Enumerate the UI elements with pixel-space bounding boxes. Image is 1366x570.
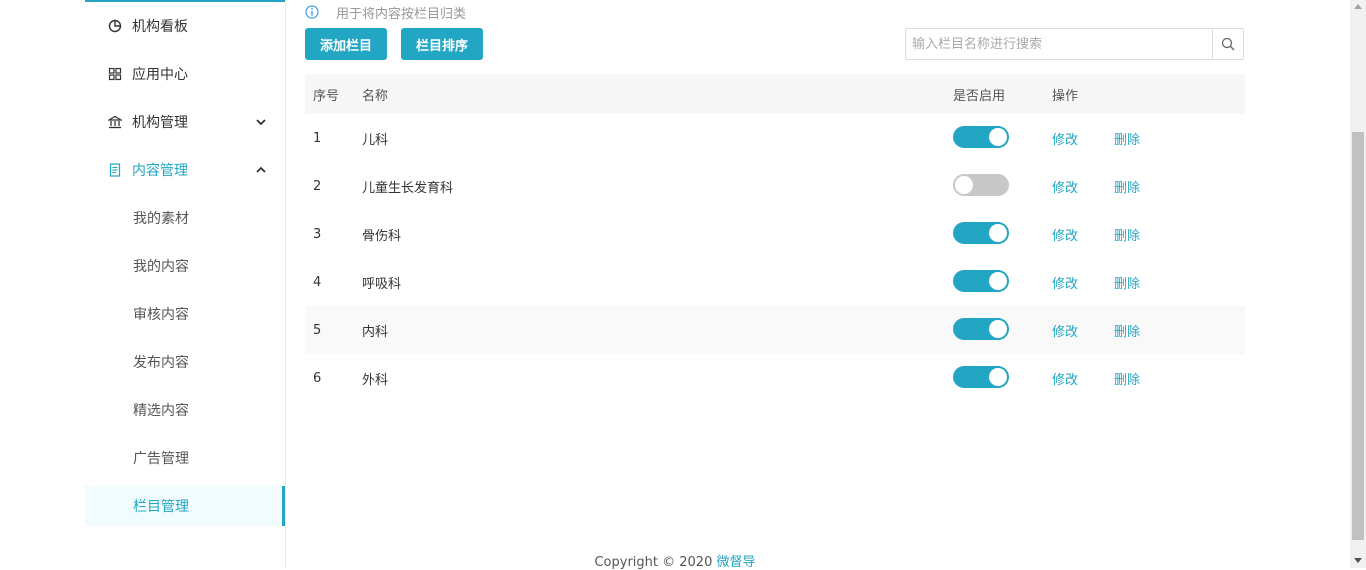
- delete-link[interactable]: 删除: [1114, 177, 1140, 196]
- row-index: 1: [313, 130, 322, 146]
- enable-toggle[interactable]: [953, 222, 1009, 244]
- header-index: 序号: [313, 88, 340, 104]
- sidebar-item-label: 机构看板: [132, 19, 188, 35]
- scroll-down-arrow-icon[interactable]: [1354, 558, 1362, 563]
- header-name: 名称: [362, 88, 389, 104]
- sidebar-subitem-label: 审核内容: [133, 307, 189, 323]
- delete-link[interactable]: 删除: [1114, 225, 1140, 244]
- enable-toggle[interactable]: [953, 126, 1009, 148]
- table-row: 3 骨伤科 修改 删除: [305, 210, 1245, 258]
- sidebar-subitem-label: 我的素材: [133, 211, 189, 227]
- sidebar-subitem-label: 精选内容: [133, 403, 189, 419]
- table-header: 序号 名称 是否启用 操作: [305, 74, 1245, 114]
- sidebar-item-dashboard[interactable]: 机构看板: [85, 6, 285, 46]
- sidebar-item-app-center[interactable]: 应用中心: [85, 54, 285, 94]
- row-name: 儿科: [362, 132, 389, 148]
- page-scrollbar[interactable]: [1350, 0, 1366, 568]
- row-name: 儿童生长发育科: [362, 180, 454, 196]
- sidebar-subitem-label: 我的内容: [133, 259, 189, 275]
- toggle-knob: [989, 128, 1007, 146]
- header-enabled: 是否启用: [953, 88, 1006, 104]
- pie-chart-icon: [108, 19, 122, 33]
- search-button[interactable]: [1212, 29, 1243, 59]
- sidebar-subitem-label: 栏目管理: [133, 499, 189, 515]
- info-icon: [305, 5, 319, 19]
- delete-link[interactable]: 删除: [1114, 129, 1140, 148]
- edit-link[interactable]: 修改: [1052, 321, 1078, 340]
- search-input[interactable]: [906, 29, 1212, 59]
- sidebar-subitem-featured-content[interactable]: 精选内容: [85, 390, 285, 430]
- chevron-up-icon: [255, 164, 267, 176]
- grid-icon: [108, 67, 122, 81]
- enable-toggle[interactable]: [953, 174, 1009, 196]
- hint-text: 用于将内容按栏目归类: [305, 2, 466, 22]
- toggle-knob: [989, 320, 1007, 338]
- sidebar-item-content-management[interactable]: 内容管理: [85, 150, 285, 190]
- search-box: [905, 28, 1244, 60]
- sidebar-subitem-column-management[interactable]: 栏目管理: [85, 486, 285, 526]
- scroll-up-arrow-icon[interactable]: [1354, 4, 1362, 9]
- toggle-knob: [955, 176, 973, 194]
- sidebar-subitem-review-content[interactable]: 审核内容: [85, 294, 285, 334]
- row-index: 6: [313, 370, 322, 386]
- table-row: 1 儿科 修改 删除: [305, 114, 1245, 162]
- sidebar-subitem-label: 发布内容: [133, 355, 189, 371]
- table-row: 6 外科 修改 删除: [305, 354, 1245, 402]
- document-icon: [108, 163, 122, 177]
- table-row: 2 儿童生长发育科 修改 删除: [305, 162, 1245, 210]
- row-name: 内科: [362, 324, 389, 340]
- sidebar-subitem-my-content[interactable]: 我的内容: [85, 246, 285, 286]
- toggle-knob: [989, 224, 1007, 242]
- sidebar-item-label: 应用中心: [132, 67, 188, 83]
- edit-link[interactable]: 修改: [1052, 177, 1078, 196]
- row-name: 骨伤科: [362, 228, 402, 244]
- sidebar-subitem-ad-management[interactable]: 广告管理: [85, 438, 285, 478]
- header-actions: 操作: [1052, 88, 1079, 104]
- row-name: 外科: [362, 372, 389, 388]
- enable-toggle[interactable]: [953, 318, 1009, 340]
- sidebar: 机构看板 应用中心 机构管理 内容管理 我的素材 我的内容 审核内容 发布内容 …: [85, 0, 286, 568]
- delete-link[interactable]: 删除: [1114, 369, 1140, 388]
- toggle-knob: [989, 272, 1007, 290]
- row-index: 5: [313, 322, 322, 338]
- sidebar-subitem-my-materials[interactable]: 我的素材: [85, 198, 285, 238]
- sidebar-item-label: 机构管理: [132, 115, 188, 131]
- table-row: 4 呼吸科 修改 删除: [305, 258, 1245, 306]
- delete-link[interactable]: 删除: [1114, 321, 1140, 340]
- edit-link[interactable]: 修改: [1052, 225, 1078, 244]
- footer: Copyright © 2020 微督导: [0, 551, 1350, 570]
- hint-label: 用于将内容按栏目归类: [336, 6, 467, 22]
- row-name: 呼吸科: [362, 276, 402, 292]
- sidebar-item-label: 内容管理: [132, 163, 188, 179]
- row-index: 3: [313, 226, 322, 242]
- columns-table: 序号 名称 是否启用 操作 1 儿科 修改 删除 2 儿童生长发育科 修改 删除…: [305, 74, 1245, 402]
- sidebar-subitem-label: 广告管理: [133, 451, 189, 467]
- sidebar-item-org-management[interactable]: 机构管理: [85, 102, 285, 142]
- edit-link[interactable]: 修改: [1052, 273, 1078, 292]
- sidebar-subitem-publish-content[interactable]: 发布内容: [85, 342, 285, 382]
- toggle-knob: [989, 368, 1007, 386]
- scroll-thumb[interactable]: [1352, 132, 1364, 540]
- row-index: 2: [313, 178, 322, 194]
- edit-link[interactable]: 修改: [1052, 129, 1078, 148]
- add-column-button[interactable]: 添加栏目: [305, 28, 388, 60]
- table-row: 5 内科 修改 删除: [305, 306, 1245, 354]
- search-icon: [1221, 37, 1235, 51]
- row-index: 4: [313, 274, 322, 290]
- sort-columns-button[interactable]: 栏目排序: [401, 28, 484, 60]
- chevron-down-icon: [255, 116, 267, 128]
- bank-icon: [108, 115, 122, 129]
- enable-toggle[interactable]: [953, 366, 1009, 388]
- enable-toggle[interactable]: [953, 270, 1009, 292]
- delete-link[interactable]: 删除: [1114, 273, 1140, 292]
- edit-link[interactable]: 修改: [1052, 369, 1078, 388]
- sidebar-top-accent: [85, 0, 285, 2]
